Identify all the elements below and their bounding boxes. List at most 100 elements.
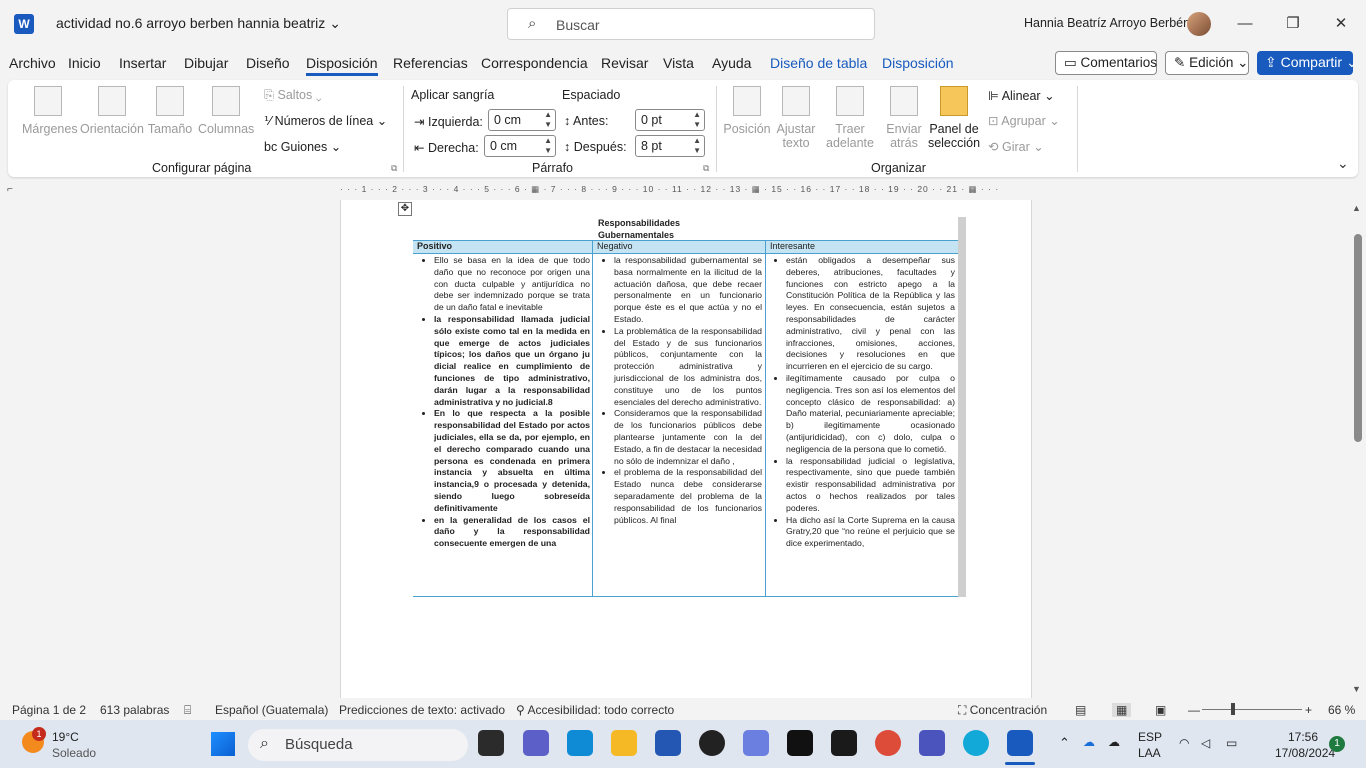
language-status[interactable]: Español (Guatemala) — [215, 703, 328, 717]
table-cell-interesante[interactable]: están obligados a desempeñar sus deberes… — [768, 255, 955, 595]
columns-button[interactable]: Columnas — [198, 86, 254, 136]
weather-label[interactable]: Soleado — [52, 746, 96, 760]
spinner-arrows-icon[interactable]: ▲ ▼ — [693, 110, 701, 130]
table-cell-positivo[interactable]: Ello se basa en la idea de que todo daño… — [416, 255, 590, 595]
tab-referencias[interactable]: Referencias — [393, 55, 468, 71]
group-button[interactable]: ⊡ Agrupar ⌄ — [988, 113, 1060, 128]
tab-insertar[interactable]: Insertar — [119, 55, 166, 71]
scroll-up-icon[interactable]: ▲ — [1352, 203, 1361, 213]
tab-archivo[interactable]: Archivo — [9, 55, 56, 71]
scroll-down-icon[interactable]: ▼ — [1352, 684, 1361, 694]
web-layout-icon[interactable]: ▣ — [1155, 703, 1166, 717]
user-name[interactable]: Hannia Beatríz Arroyo Berbén — [1024, 16, 1190, 30]
cloud-icon[interactable]: ☁ — [1108, 735, 1120, 749]
word-taskbar-icon[interactable] — [1007, 730, 1033, 756]
tab-disposicion-tabla[interactable]: Disposición — [882, 55, 954, 71]
teams-icon[interactable] — [919, 730, 945, 756]
table-cell-negativo[interactable]: la responsabilidad gubernamental se basa… — [596, 255, 762, 595]
store-icon[interactable] — [655, 730, 681, 756]
accessibility-status[interactable]: ⚲ Accesibilidad: todo correcto — [516, 703, 674, 717]
wifi-icon[interactable]: ◠ — [1179, 736, 1189, 750]
table-header-interesante[interactable]: Interesante — [766, 240, 958, 254]
meet-icon[interactable] — [523, 730, 549, 756]
app-icon[interactable] — [743, 730, 769, 756]
spinner-arrows-icon[interactable]: ▲ ▼ — [693, 136, 701, 156]
chevron-up-icon[interactable]: ⌃ — [1059, 735, 1070, 751]
paragraph-launcher-icon[interactable]: ⧉ — [703, 163, 709, 174]
scrollbar-thumb[interactable] — [1354, 234, 1362, 442]
minimize-button[interactable]: — — [1222, 10, 1268, 38]
line-numbers-button[interactable]: ⅟ Números de línea ⌄ — [264, 113, 387, 128]
text-predictions-status[interactable]: Predicciones de texto: activado — [339, 703, 505, 717]
word-count[interactable]: 613 palabras — [100, 703, 169, 717]
zoom-slider[interactable] — [1202, 709, 1302, 710]
spacing-after-input[interactable]: 8 pt ▲ ▼ — [635, 135, 705, 157]
file-explorer-icon[interactable] — [611, 730, 637, 756]
onedrive-icon[interactable]: ☁ — [1083, 735, 1095, 749]
spinner-arrows-icon[interactable]: ▲ ▼ — [544, 110, 552, 130]
zoom-slider-thumb[interactable] — [1231, 703, 1235, 715]
orientation-button[interactable]: Orientación — [80, 86, 144, 136]
collapse-ribbon-icon[interactable]: ⌄ — [1337, 155, 1349, 172]
margins-button[interactable]: Márgenes — [22, 86, 78, 136]
indent-right-input[interactable]: 0 cm ▲ ▼ — [484, 135, 556, 157]
page-setup-launcher-icon[interactable]: ⧉ — [391, 163, 397, 174]
indent-left-input[interactable]: 0 cm ▲ ▼ — [488, 109, 556, 131]
size-button[interactable]: Tamaño — [147, 86, 193, 136]
close-button[interactable]: ✕ — [1318, 10, 1364, 38]
proofing-icon[interactable]: ⌸ — [184, 703, 191, 718]
zoom-level[interactable]: 66 % — [1328, 703, 1355, 717]
zoom-in-icon[interactable]: + — [1305, 703, 1312, 717]
rotate-button[interactable]: ⟲ Girar ⌄ — [988, 139, 1044, 154]
tab-disposicion[interactable]: Disposición — [306, 55, 378, 76]
page-count[interactable]: Página 1 de 2 — [12, 703, 86, 717]
dell-icon[interactable] — [699, 730, 725, 756]
table-move-handle-icon[interactable]: ✥ — [398, 202, 412, 216]
maximize-button[interactable]: ❐ — [1270, 10, 1316, 38]
taskbar-search[interactable]: ⌕ Búsqueda — [248, 729, 468, 761]
tab-dibujar[interactable]: Dibujar — [184, 55, 228, 71]
wrap-text-button[interactable]: Ajustar texto — [773, 86, 819, 150]
battery-icon[interactable]: ▭ — [1226, 736, 1237, 750]
tab-stop-icon[interactable]: ⌐ — [7, 184, 13, 195]
align-button[interactable]: ⊫ Alinear ⌄ — [988, 88, 1055, 103]
temperature[interactable]: 19°C — [52, 730, 79, 744]
zoom-out-icon[interactable]: — — [1188, 703, 1200, 717]
edge-icon[interactable] — [567, 730, 593, 756]
tab-ayuda[interactable]: Ayuda — [712, 55, 751, 71]
bring-forward-button[interactable]: Traer adelante — [822, 86, 878, 150]
breaks-button[interactable]: ⎘ Saltos ⌄ — [264, 88, 322, 103]
read-mode-icon[interactable]: ▤ — [1075, 703, 1086, 717]
share-button[interactable]: ⇪ Compartir ⌄ — [1257, 51, 1358, 75]
notification-badge[interactable]: 1 — [1329, 736, 1345, 752]
editing-mode-button[interactable]: ✎ Edición ⌄ — [1165, 51, 1249, 75]
tab-inicio[interactable]: Inicio — [68, 55, 101, 71]
task-view-icon[interactable] — [478, 730, 504, 756]
focus-button[interactable]: ⛶ Concentración — [958, 703, 1047, 718]
horizontal-ruler[interactable]: · · · 1 · · · 2 · · · 3 · · · 4 · · · 5 … — [340, 184, 1032, 194]
chrome-icon[interactable] — [875, 730, 901, 756]
adobe-icon[interactable] — [831, 730, 857, 756]
search-input[interactable]: ⌕ Buscar — [507, 8, 875, 40]
language-layout[interactable]: LAA — [1138, 746, 1161, 760]
send-backward-button[interactable]: Enviar atrás — [880, 86, 928, 150]
comments-button[interactable]: ▭ Comentarios — [1055, 51, 1157, 75]
print-layout-icon[interactable]: ▦ — [1112, 703, 1132, 717]
tab-diseno-de-tabla[interactable]: Diseño de tabla — [770, 55, 867, 71]
spinner-arrows-icon[interactable]: ▲ ▼ — [544, 136, 552, 156]
document-title[interactable]: actividad no.6 arroyo berben hannia beat… — [56, 15, 341, 32]
tab-vista[interactable]: Vista — [663, 55, 694, 71]
tab-diseno[interactable]: Diseño — [246, 55, 290, 71]
volume-icon[interactable]: ◁ — [1201, 736, 1210, 750]
clock-date[interactable]: 17/08/2024 — [1275, 746, 1335, 760]
table-header-positivo[interactable]: Positivo — [413, 240, 593, 254]
position-button[interactable]: Posición — [722, 86, 772, 136]
canva-icon[interactable] — [963, 730, 989, 756]
selection-pane-button[interactable]: Panel de selección — [926, 86, 982, 150]
tab-correspondencia[interactable]: Correspondencia — [481, 55, 588, 71]
windows-start-icon[interactable] — [211, 732, 235, 756]
tiktok-icon[interactable] — [787, 730, 813, 756]
avatar[interactable] — [1187, 12, 1211, 36]
clock-time[interactable]: 17:56 — [1288, 730, 1318, 744]
hyphenation-button[interactable]: bc Guiones ⌄ — [264, 139, 341, 154]
